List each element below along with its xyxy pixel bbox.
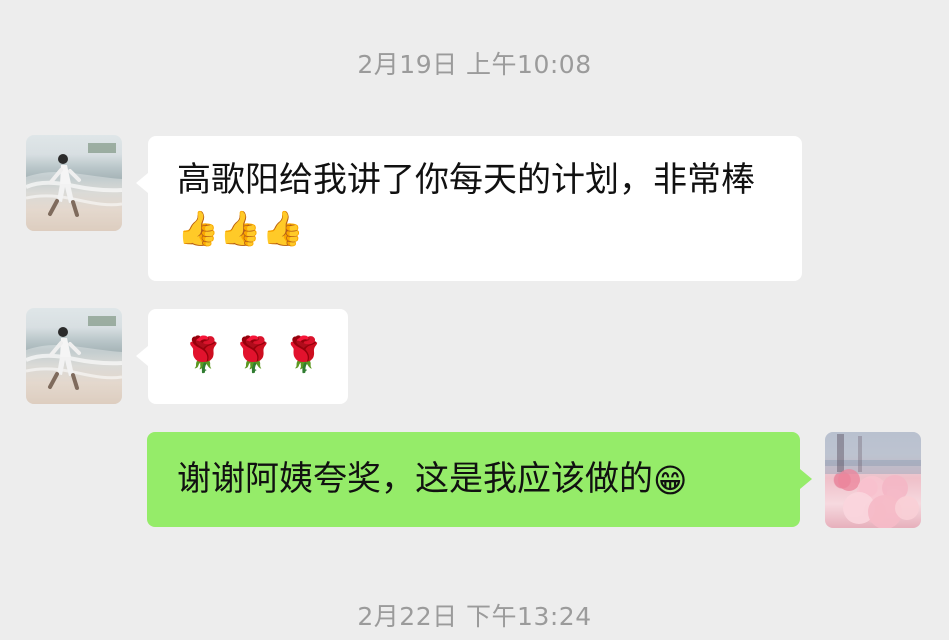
incoming-message-bubble[interactable]: 🌹🌹🌹	[136, 309, 348, 404]
outgoing-message-bubble[interactable]: 谢谢阿姨夸奖，这是我应该做的😁	[147, 432, 812, 527]
incoming-message-bubble[interactable]: 高歌阳给我讲了你每天的计划，非常棒 👍👍👍	[136, 136, 802, 281]
grinning-face-icon: 😁	[653, 461, 688, 500]
user-avatar[interactable]	[825, 432, 921, 528]
rose-icon: 🌹🌹🌹	[182, 335, 334, 375]
message-text: 谢谢阿姨夸奖，这是我应该做的	[177, 459, 653, 499]
contact-avatar-image	[26, 143, 122, 231]
timestamp-bottom: 2月22日 下午13:24	[357, 602, 592, 631]
timestamp-top: 2月19日 上午10:08	[357, 50, 592, 79]
contact-avatar-image	[26, 316, 122, 404]
user-avatar-image	[825, 432, 921, 528]
message-text: 高歌阳给我讲了你每天的计划，非常棒	[177, 160, 755, 200]
contact-avatar[interactable]	[26, 308, 122, 404]
thumbs-up-icon: 👍👍👍	[177, 209, 305, 249]
contact-avatar[interactable]	[26, 135, 122, 231]
